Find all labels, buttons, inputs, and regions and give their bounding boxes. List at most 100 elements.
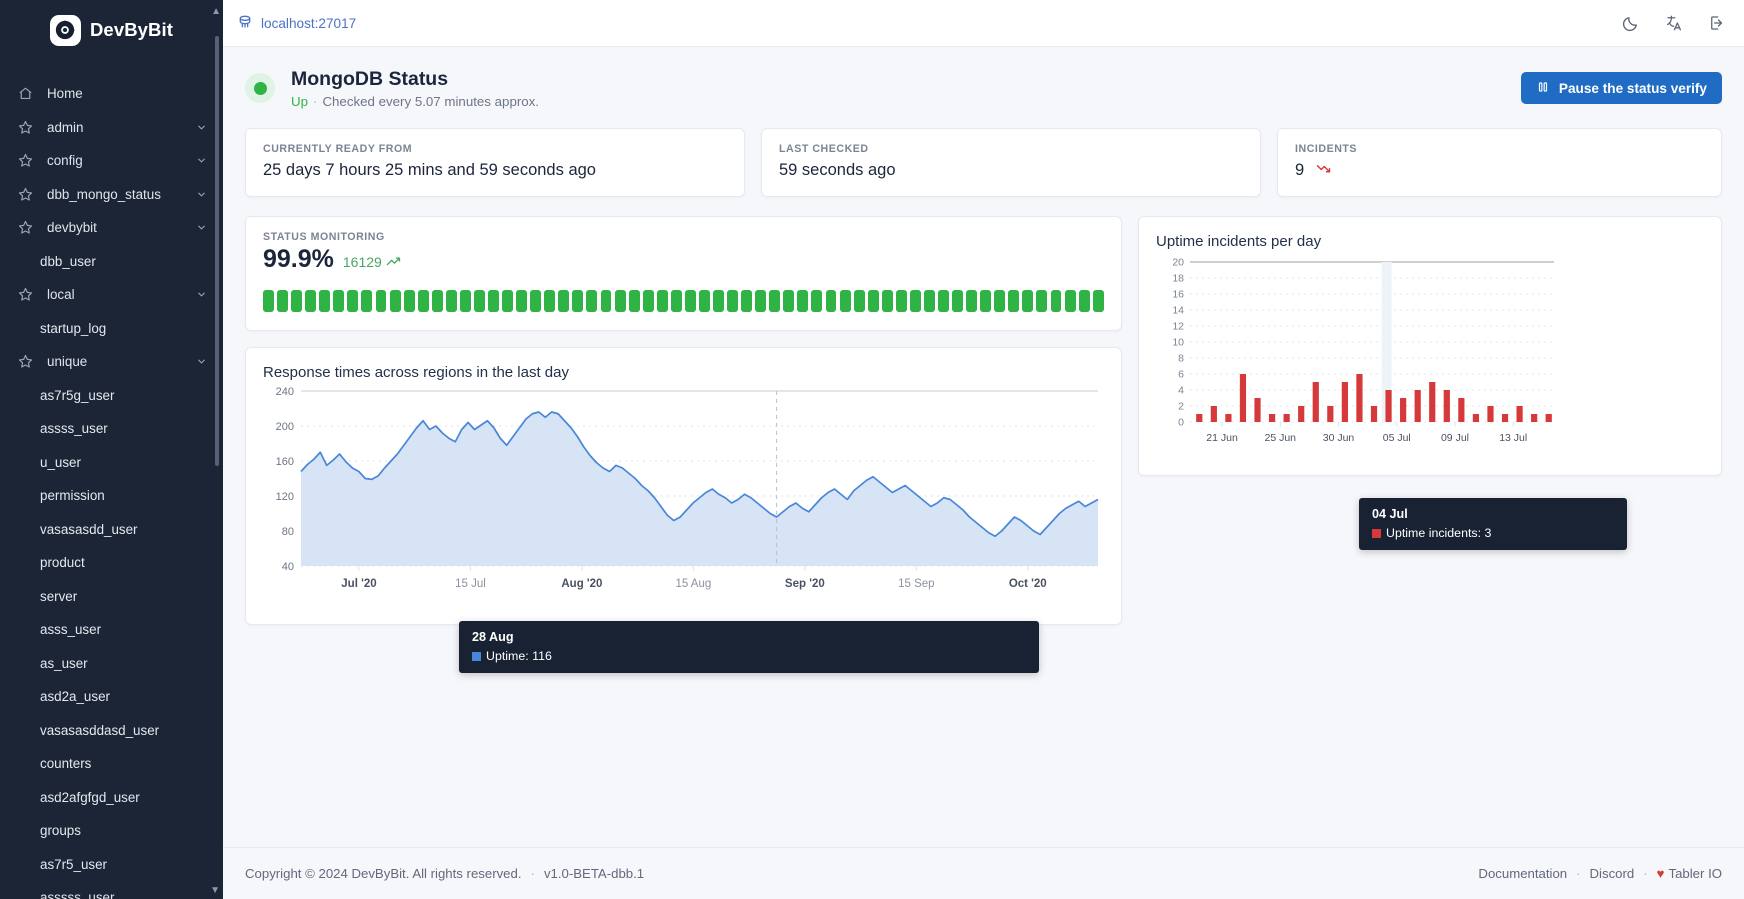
sidebar-item-vasasasdd-user[interactable]: vasasasdd_user (0, 513, 223, 547)
uptime-bar[interactable] (909, 290, 921, 313)
uptime-bar[interactable] (333, 290, 345, 313)
scroll-down-arrow[interactable]: ▼ (210, 885, 220, 896)
incidents-chart-area[interactable]: 0 2 4 6 8 10 12 14 16 18 20 21 Jun 25 Jun 30 Jun 05 Ju… (1156, 250, 1704, 470)
sidebar-item-permission[interactable]: permission (0, 479, 223, 513)
incident-bar[interactable] (1254, 398, 1261, 423)
sidebar-item-asd2a-user[interactable]: asd2a_user (0, 680, 223, 714)
uptime-bar[interactable] (1022, 290, 1034, 313)
sidebar-item-admin[interactable]: admin (0, 111, 223, 145)
chevron-down-icon[interactable] (195, 222, 207, 233)
uptime-bar[interactable] (558, 290, 570, 313)
incident-bar[interactable] (1400, 398, 1407, 423)
uptime-bar[interactable] (1036, 290, 1048, 313)
uptime-bar[interactable] (375, 290, 387, 313)
uptime-bar[interactable] (403, 290, 415, 313)
uptime-bar[interactable] (628, 290, 640, 313)
sidebar-item-u-user[interactable]: u_user (0, 446, 223, 480)
sidebar-item-as7r5-user[interactable]: as7r5_user (0, 848, 223, 882)
uptime-bar[interactable] (797, 290, 809, 313)
incident-bar[interactable] (1487, 406, 1494, 423)
incident-bar[interactable] (1356, 374, 1363, 423)
chevron-down-icon[interactable] (195, 155, 207, 166)
uptime-bar[interactable] (853, 290, 865, 313)
uptime-bar[interactable] (291, 290, 303, 313)
uptime-bar[interactable] (938, 290, 949, 313)
sidebar-item-asssss-user[interactable]: asssss_user (0, 881, 223, 899)
uptime-bar[interactable] (445, 290, 457, 313)
uptime-bar[interactable] (502, 290, 514, 313)
language-icon[interactable] (1665, 14, 1683, 32)
uptime-bar[interactable] (530, 290, 542, 313)
uptime-bar[interactable] (1078, 290, 1090, 313)
sidebar-item-assss-user[interactable]: assss_user (0, 412, 223, 446)
incident-bar[interactable] (1545, 414, 1552, 423)
uptime-bar[interactable] (305, 290, 317, 313)
uptime-bar[interactable] (966, 290, 978, 313)
uptime-bar[interactable] (389, 290, 401, 313)
uptime-bar[interactable] (994, 290, 1006, 313)
uptime-bar[interactable] (867, 290, 879, 313)
incident-bar[interactable] (1210, 406, 1217, 423)
uptime-bar[interactable] (417, 290, 429, 313)
incident-bar[interactable] (1531, 414, 1538, 423)
uptime-bar[interactable] (741, 290, 753, 313)
sidebar-item-dbb-mongo-status[interactable]: dbb_mongo_status (0, 178, 223, 212)
uptime-bar[interactable] (656, 290, 668, 313)
uptime-bar[interactable] (277, 290, 289, 313)
uptime-bar[interactable] (473, 290, 485, 313)
uptime-bar[interactable] (431, 290, 443, 313)
sidebar-item-dbb-user[interactable]: dbb_user (0, 245, 223, 279)
uptime-bar[interactable] (600, 290, 612, 313)
chevron-down-icon[interactable] (195, 356, 207, 367)
incident-bar[interactable] (1516, 406, 1523, 423)
uptime-bar[interactable] (670, 290, 682, 313)
incident-bar[interactable] (1443, 390, 1450, 423)
sidebar-item-home[interactable]: Home (0, 77, 223, 111)
sidebar-item-groups[interactable]: groups (0, 814, 223, 848)
uptime-bar[interactable] (839, 290, 851, 313)
chevron-down-icon[interactable] (195, 122, 207, 133)
sidebar-scrollbar[interactable] (215, 36, 219, 466)
uptime-bar[interactable] (727, 290, 739, 313)
uptime-bar[interactable] (1092, 290, 1104, 313)
incident-bar[interactable] (1268, 414, 1276, 423)
host-indicator[interactable]: localhost:27017 (237, 14, 356, 33)
uptime-bar[interactable] (459, 290, 471, 313)
uptime-bar[interactable] (642, 290, 654, 313)
sidebar-item-server[interactable]: server (0, 580, 223, 614)
incident-bar[interactable] (1501, 414, 1509, 423)
uptime-bar[interactable] (811, 290, 823, 313)
incident-bar[interactable] (1458, 398, 1465, 423)
uptime-bar[interactable] (347, 290, 359, 313)
sidebar-item-unique[interactable]: unique (0, 345, 223, 379)
uptime-bar[interactable] (923, 290, 935, 313)
uptime-bar[interactable] (544, 290, 556, 313)
uptime-bar[interactable] (881, 290, 893, 313)
uptime-bar[interactable] (684, 290, 696, 313)
footer-link-tabler[interactable]: Tabler IO (1668, 866, 1722, 881)
incident-bar[interactable] (1414, 390, 1421, 423)
pause-status-verify-button[interactable]: Pause the status verify (1520, 72, 1722, 105)
incident-bar[interactable] (1341, 382, 1348, 423)
footer-link-discord[interactable]: Discord (1590, 866, 1635, 881)
uptime-bar[interactable] (713, 290, 724, 313)
incidents-chart[interactable]: 0 2 4 6 8 10 12 14 16 18 20 21 Jun 25 Jun 30 Jun 05 Ju… (1156, 250, 1561, 465)
sidebar-item-asd2afgfgd-user[interactable]: asd2afgfgd_user (0, 781, 223, 815)
uptime-bar[interactable] (1008, 290, 1020, 313)
incident-bar[interactable] (1385, 390, 1392, 423)
sidebar-item-as7r5g-user[interactable]: as7r5g_user (0, 379, 223, 413)
uptime-bar[interactable] (361, 290, 373, 313)
incident-bar[interactable] (1327, 406, 1334, 423)
uptime-bar[interactable] (319, 290, 331, 313)
chevron-down-icon[interactable] (195, 189, 207, 200)
uptime-bar[interactable] (952, 290, 964, 313)
uptime-bar[interactable] (572, 290, 584, 313)
uptime-bar[interactable] (698, 290, 710, 313)
uptime-bar[interactable] (614, 290, 626, 313)
footer-link-documentation[interactable]: Documentation (1478, 866, 1567, 881)
moon-icon[interactable] (1622, 14, 1640, 32)
incident-bar[interactable] (1239, 374, 1247, 423)
response-chart-area[interactable]: 40 80 120 160 200 240 Jul '20 15 Jul Aug '20 15 A… (263, 381, 1104, 616)
sidebar-item-product[interactable]: product (0, 546, 223, 580)
scroll-up-arrow[interactable]: ▲ (211, 6, 221, 17)
